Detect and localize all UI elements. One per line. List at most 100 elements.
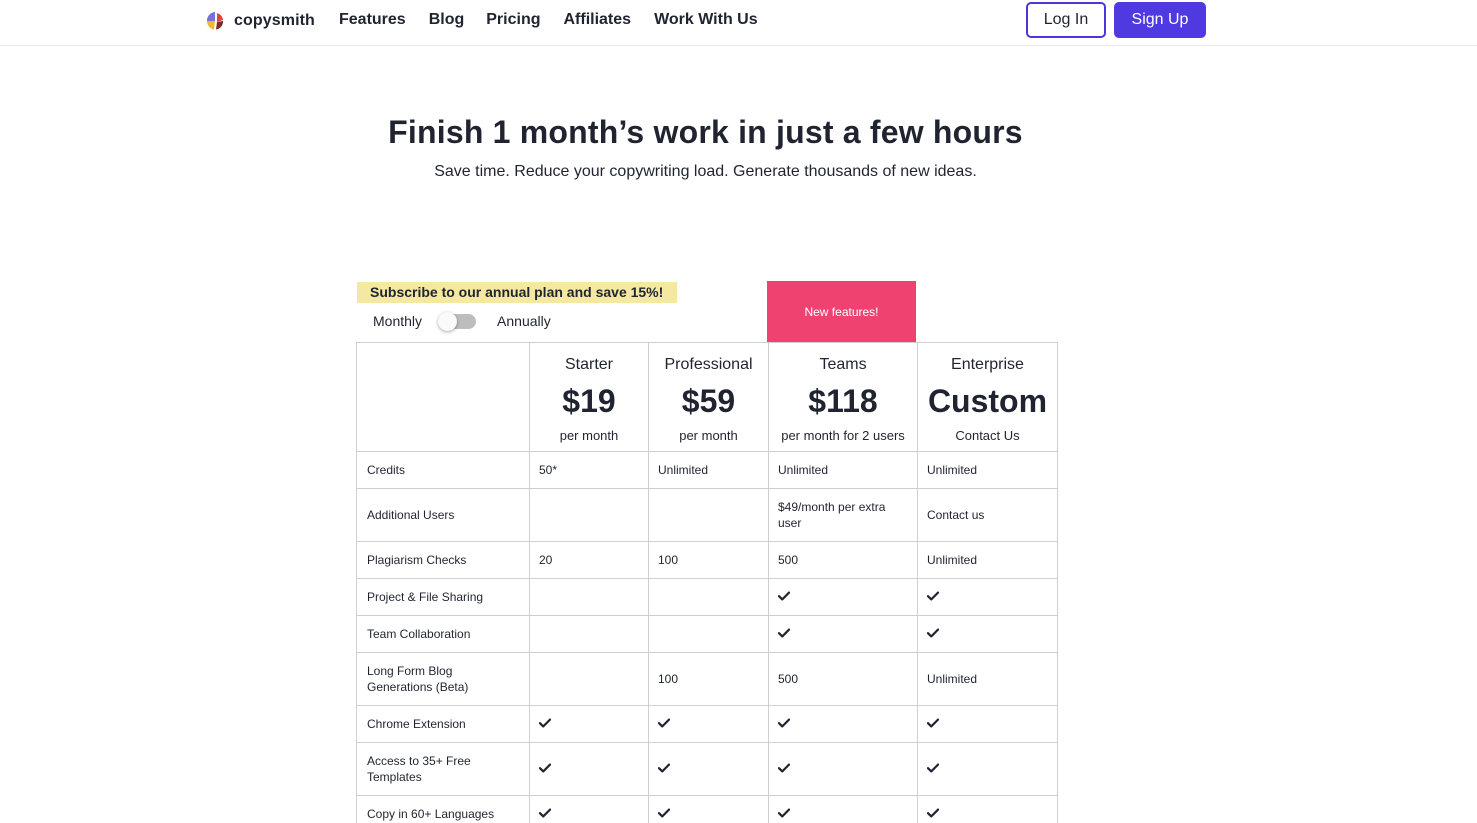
plan-teams: Teams $118 per month for 2 users <box>768 342 918 452</box>
pricing-table: Starter $19 per month Professional $59 p… <box>356 342 1058 823</box>
signup-button[interactable]: Sign Up <box>1114 2 1206 38</box>
feature-value-cell <box>648 615 769 653</box>
feature-value-cell <box>768 578 918 616</box>
table-row: Access to 35+ Free Templates <box>356 742 1058 796</box>
billing-period-toggle[interactable] <box>438 311 477 331</box>
feature-value-cell <box>648 742 769 796</box>
nav-links: Features Blog Pricing Affiliates Work Wi… <box>339 11 781 29</box>
feature-value-cell <box>648 488 769 542</box>
feature-value-cell <box>529 795 649 823</box>
feature-value-cell <box>917 615 1058 653</box>
feature-value-cell <box>768 742 918 796</box>
nav-link-blog[interactable]: Blog <box>429 11 465 29</box>
nav-link-pricing[interactable]: Pricing <box>486 11 540 29</box>
brand[interactable]: copysmith <box>205 10 315 31</box>
page-subtitle: Save time. Reduce your copywriting load.… <box>434 163 977 180</box>
checkmark-icon <box>927 808 939 818</box>
plan-name: Enterprise <box>951 356 1024 373</box>
plan-period: per month <box>559 428 619 443</box>
checkmark-icon <box>927 718 939 728</box>
feature-value-cell <box>917 705 1058 743</box>
plan-price: $19 <box>562 383 616 419</box>
feature-value-cell <box>768 615 918 653</box>
feature-value-cell: 100 <box>648 652 769 706</box>
feature-value-cell <box>917 795 1058 823</box>
plan-name: Teams <box>819 356 867 373</box>
checkmark-icon <box>539 808 551 818</box>
feature-value-cell <box>529 578 649 616</box>
feature-value-cell: 100 <box>648 541 769 579</box>
feature-value-cell: Unlimited <box>917 541 1058 579</box>
feature-value-cell <box>529 705 649 743</box>
plan-header-row: Starter $19 per month Professional $59 p… <box>356 342 1058 452</box>
feature-value-cell: Unlimited <box>648 451 769 489</box>
login-button[interactable]: Log In <box>1026 2 1106 38</box>
checkmark-icon <box>927 591 939 601</box>
plan-period: per month for 2 users <box>781 428 905 443</box>
feature-value-cell <box>648 795 769 823</box>
page-title: Finish 1 month’s work in just a few hour… <box>388 114 1023 150</box>
feature-value-cell <box>529 652 649 706</box>
plan-name: Professional <box>664 356 753 373</box>
checkmark-icon <box>778 763 790 773</box>
checkmark-icon <box>778 808 790 818</box>
feature-value-cell <box>917 578 1058 616</box>
plan-starter: Starter $19 per month <box>529 342 649 452</box>
checkmark-icon <box>658 808 670 818</box>
checkmark-icon <box>539 763 551 773</box>
plan-price: $59 <box>681 383 736 419</box>
checkmark-icon <box>778 628 790 638</box>
billing-toggle-row: Monthly Annually <box>373 311 551 331</box>
nav-link-affiliates[interactable]: Affiliates <box>563 11 631 29</box>
checkmark-icon <box>539 718 551 728</box>
feature-value-cell <box>648 705 769 743</box>
feature-value-cell <box>529 742 649 796</box>
annual-promo-banner: Subscribe to our annual plan and save 15… <box>357 282 677 303</box>
new-features-badge: New features! <box>767 281 916 342</box>
table-row: Additional Users $49/month per extra user… <box>356 488 1058 542</box>
table-row: Long Form Blog Generations (Beta) 100 500 U… <box>356 652 1058 706</box>
feature-value-cell: 500 <box>768 652 918 706</box>
feature-label: Team Collaboration <box>356 615 530 653</box>
feature-label: Plagiarism Checks <box>356 541 530 579</box>
feature-label: Credits <box>356 451 530 489</box>
feature-label: Additional Users <box>356 488 530 542</box>
plan-period: per month <box>679 428 738 443</box>
checkmark-icon <box>778 718 790 728</box>
empty-header-cell <box>356 342 530 452</box>
feature-value-cell: 500 <box>768 541 918 579</box>
plan-professional: Professional $59 per month <box>648 342 769 452</box>
top-navigation: copysmith Features Blog Pricing Affiliat… <box>0 0 1477 46</box>
plan-name: Starter <box>564 356 613 373</box>
copysmith-logo-icon <box>206 12 224 30</box>
nav-link-features[interactable]: Features <box>339 11 406 29</box>
checkmark-icon <box>927 763 939 773</box>
table-row: Project & File Sharing <box>356 578 1058 616</box>
feature-value-cell <box>529 488 649 542</box>
feature-label: Copy in 60+ Languages <box>356 795 530 823</box>
checkmark-icon <box>658 718 670 728</box>
feature-value-cell <box>648 578 769 616</box>
feature-label: Chrome Extension <box>356 705 530 743</box>
table-row: Plagiarism Checks 20 100 500 Unlimited <box>356 541 1058 579</box>
feature-value-cell: 20 <box>529 541 649 579</box>
feature-value-cell <box>768 705 918 743</box>
feature-value-cell: Unlimited <box>917 652 1058 706</box>
feature-label: Project & File Sharing <box>356 578 530 616</box>
feature-value-cell <box>529 615 649 653</box>
feature-value-cell: 50* <box>529 451 649 489</box>
checkmark-icon <box>658 763 670 773</box>
annually-label: Annually <box>497 313 551 329</box>
feature-value-cell: Contact us <box>917 488 1058 542</box>
table-row: Copy in 60+ Languages <box>356 795 1058 823</box>
monthly-label: Monthly <box>373 313 423 329</box>
toggle-knob <box>438 311 458 331</box>
checkmark-icon <box>927 628 939 638</box>
brand-name: copysmith <box>234 11 315 29</box>
nav-link-work-with-us[interactable]: Work With Us <box>654 11 758 29</box>
feature-label: Long Form Blog Generations (Beta) <box>356 652 530 706</box>
feature-label: Access to 35+ Free Templates <box>356 742 530 796</box>
plan-period: Contact Us <box>955 428 1020 443</box>
plan-price: Custom <box>927 383 1048 419</box>
plan-price: $118 <box>808 383 878 419</box>
